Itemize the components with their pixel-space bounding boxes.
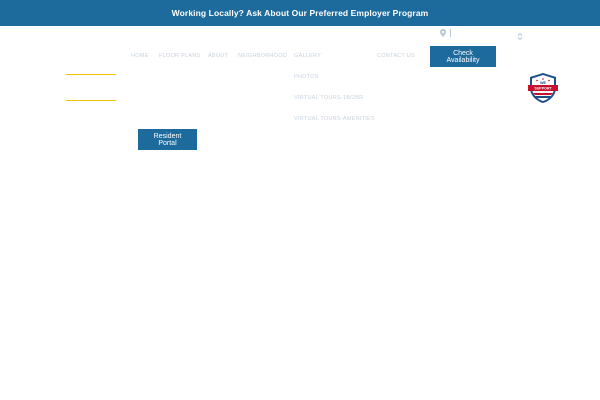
check-availability-button[interactable]: Check Availability	[430, 46, 496, 67]
main-nav: Home Floor Plans About Neighborhood Gall…	[0, 53, 600, 65]
nav-gallery[interactable]: Gallery	[294, 53, 321, 59]
logo-divider-top	[66, 74, 116, 75]
resident-portal-button[interactable]: Resident Portal	[138, 129, 197, 150]
top-banner[interactable]: Working Locally? Ask About Our Preferred…	[0, 0, 600, 26]
nav-about[interactable]: About	[208, 53, 228, 59]
nav-home[interactable]: Home	[131, 53, 149, 59]
submenu-virtual-tours-1b2br[interactable]: Virtual Tours-1B/2BR	[294, 95, 363, 101]
nav-floor-plans[interactable]: Floor Plans	[159, 53, 200, 59]
chevron-updown-icon[interactable]	[517, 28, 523, 41]
logo-divider-bottom	[66, 100, 116, 101]
shield-icon: WE SUPPORT	[528, 73, 558, 103]
badge-text-top: WE	[540, 81, 547, 85]
submenu-virtual-tours-amenities[interactable]: Virtual Tours-Amenities	[294, 116, 375, 122]
map-pin-icon[interactable]	[440, 29, 446, 37]
submenu-photos[interactable]: Photos	[294, 74, 319, 80]
divider	[450, 29, 451, 37]
badge-text-bottom: SUPPORT	[534, 87, 552, 91]
we-support-badge: WE SUPPORT	[527, 72, 559, 104]
banner-text[interactable]: Working Locally? Ask About Our Preferred…	[172, 8, 429, 18]
nav-neighborhood[interactable]: Neighborhood	[238, 53, 287, 59]
contact-row	[440, 29, 451, 37]
nav-contact-us[interactable]: Contact Us	[377, 53, 415, 59]
